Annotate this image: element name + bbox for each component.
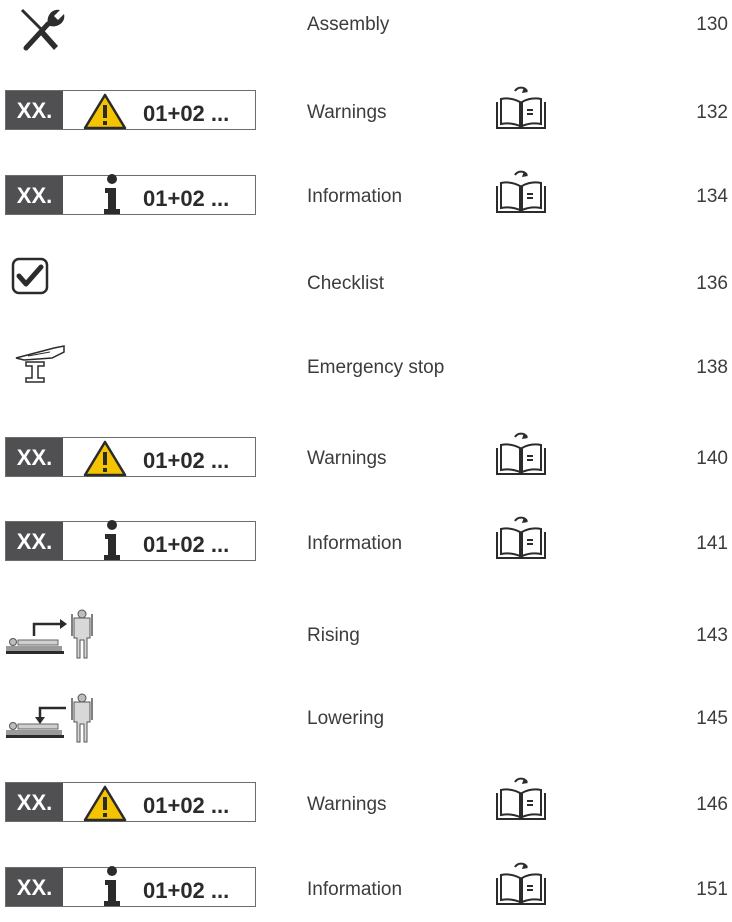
toc-page-number: 146 <box>696 794 728 815</box>
toc-page-number: 132 <box>696 102 728 123</box>
manual-book-icon <box>493 166 549 225</box>
badge-prefix: XX. <box>6 176 63 214</box>
patient-rising-icon <box>4 608 98 667</box>
toc-label: Warnings <box>307 794 387 815</box>
toc-label: Information <box>307 533 403 554</box>
toc-row-information[interactable]: XX. 01+02 ... Information 151 <box>0 862 732 922</box>
toc-row-information[interactable]: XX. 01+02 ... Information 141 <box>0 516 732 577</box>
toc-row-lowering[interactable]: Lowering 145 <box>0 688 732 748</box>
toc-label: Rising <box>307 625 360 646</box>
badge-prefix: XX. <box>6 438 63 476</box>
info-icon <box>99 865 125 912</box>
info-code-badge: XX. 01+02 ... <box>5 174 256 215</box>
badge-prefix: XX. <box>6 522 63 560</box>
toc-page-number: 143 <box>696 625 728 646</box>
toc-page-number: 151 <box>696 879 728 900</box>
toc-row-rising[interactable]: Rising 143 <box>0 604 732 664</box>
toc-label: Warnings <box>307 448 387 469</box>
badge-prefix: XX. <box>6 868 63 906</box>
toc-page-number: 138 <box>696 357 728 378</box>
badge-prefix: XX. <box>6 783 63 821</box>
toc-label: Emergency stop <box>307 357 445 378</box>
toc-row-warnings[interactable]: XX. 01+02 ... Warnings 132 <box>0 86 732 148</box>
manual-book-icon <box>493 858 549 917</box>
checkbox-checked-icon <box>11 257 49 300</box>
info-code-badge: XX. 01+02 ... <box>5 866 256 907</box>
toc-row-emergency-stop[interactable]: Emergency stop 138 <box>0 340 732 400</box>
info-icon <box>99 173 125 220</box>
patient-lowering-icon <box>4 692 98 751</box>
toc-page-number: 145 <box>696 708 728 729</box>
toc-page-number: 130 <box>696 14 728 35</box>
manual-book-icon <box>493 428 549 487</box>
badge-code: 01+02 ... <box>143 101 230 126</box>
toc-page-number: 136 <box>696 273 728 294</box>
badge-code: 01+02 ... <box>143 186 230 211</box>
badge-code: 01+02 ... <box>143 878 230 903</box>
warning-code-badge: XX. 01+02 ... <box>5 782 256 822</box>
warning-triangle-icon <box>83 784 127 827</box>
toc-label: Information <box>307 186 403 207</box>
info-code-badge: XX. 01+02 ... <box>5 520 256 561</box>
toc-page-number: 140 <box>696 448 728 469</box>
manual-book-icon <box>493 512 549 571</box>
info-icon <box>99 519 125 566</box>
badge-prefix: XX. <box>6 91 63 129</box>
badge-code: 01+02 ... <box>143 793 230 818</box>
toc-row-warnings[interactable]: XX. 01+02 ... Warnings 140 <box>0 432 732 494</box>
toc-label: Lowering <box>307 708 385 729</box>
toc-label: Assembly <box>307 14 390 35</box>
wrench-screwdriver-icon <box>18 6 68 57</box>
emergency-stop-lever-icon <box>14 344 66 389</box>
warning-code-badge: XX. 01+02 ... <box>5 90 256 130</box>
toc-row-checklist[interactable]: Checklist 136 <box>0 256 732 316</box>
badge-code: 01+02 ... <box>143 448 230 473</box>
manual-book-icon <box>493 773 549 832</box>
toc-label: Information <box>307 879 403 900</box>
warning-code-badge: XX. 01+02 ... <box>5 437 256 477</box>
manual-book-icon <box>493 82 549 141</box>
toc-row-information[interactable]: XX. 01+02 ... Information 134 <box>0 170 732 231</box>
toc-row-warnings[interactable]: XX. 01+02 ... Warnings 146 <box>0 777 732 839</box>
warning-triangle-icon <box>83 439 127 482</box>
toc-page-number: 134 <box>696 186 728 207</box>
warning-triangle-icon <box>83 92 127 135</box>
toc-label: Warnings <box>307 102 387 123</box>
toc-row-assembly[interactable]: Assembly 130 <box>0 0 732 60</box>
toc-label: Checklist <box>307 273 385 294</box>
badge-code: 01+02 ... <box>143 532 230 557</box>
toc-page-number: 141 <box>696 533 728 554</box>
